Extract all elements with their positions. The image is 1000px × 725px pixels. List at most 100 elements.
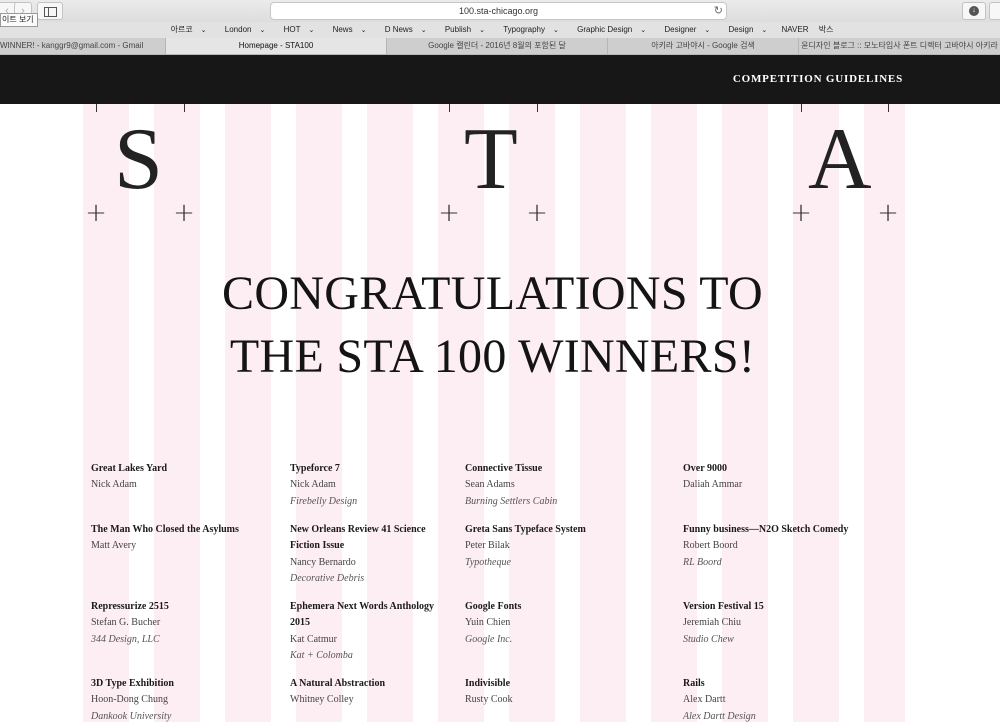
winner-name: Stefan G. Bucher (91, 617, 161, 629)
winner-entry[interactable]: Version Festival 15 Jeremiah Chiu Studio… (683, 599, 883, 648)
winner-entry[interactable]: Typeforce 7 Nick Adam Firebelly Design (290, 461, 450, 510)
tab-google-search[interactable]: 아키라 고바야시 - Google 검색 (608, 38, 799, 54)
winner-title: Google Fonts (465, 601, 522, 612)
bookmark-item[interactable]: London ⌄ (221, 25, 270, 34)
winner-title: Ephemera Next Words Anthology 2015 (290, 601, 434, 629)
plus-icon: + (173, 198, 195, 228)
winner-studio: Alex Dartt Design (683, 710, 756, 722)
bookmark-item[interactable]: Graphic Design ⌄ (573, 25, 650, 34)
winner-name: Kat Catmur (290, 633, 337, 645)
more-button[interactable] (989, 2, 1000, 20)
bookmark-item[interactable]: HOT ⌄ (280, 25, 319, 34)
winner-entry[interactable]: Greta Sans Typeface System Peter Bilak T… (465, 522, 665, 571)
sidebar-toggle-button[interactable] (37, 2, 63, 20)
winner-name: Daliah Ammar (683, 479, 743, 491)
tab-calendar[interactable]: Google 캘린더 - 2016년 8월의 포함된 달 (387, 38, 608, 54)
winner-studio: Kat + Colomba (290, 649, 353, 661)
chevron-down-icon: ⌄ (479, 27, 485, 34)
tab-homepage[interactable]: Homepage - STA100 (166, 38, 387, 54)
browser-chrome: ‹ › 100.sta-chicago.org ↻ ↓ 이트 보기 아르코 ⌄ L… (0, 0, 1000, 55)
bookmark-item[interactable]: Typography ⌄ (499, 25, 563, 34)
winner-title: Rails (683, 678, 705, 689)
bookmark-item[interactable]: News ⌄ (329, 25, 371, 34)
winner-entry[interactable]: 3D Type Exhibition Hoon-Dong Chung Danko… (91, 676, 271, 725)
bookmark-item[interactable]: 아르코 ⌄ (167, 25, 211, 34)
plus-icon: + (877, 198, 899, 228)
winner-entry[interactable]: Over 9000 Daliah Ammar (683, 461, 883, 494)
winner-title: Greta Sans Typeface System (465, 524, 586, 535)
winner-entry[interactable]: Funny business—N2O Sketch Comedy Robert … (683, 522, 883, 571)
crop-mark (801, 104, 802, 112)
winner-name: Yuin Chien (465, 617, 511, 629)
winner-name: Peter Bilak (465, 540, 510, 552)
winner-entry[interactable]: New Orleans Review 41 Science Fiction Is… (290, 522, 450, 587)
winner-title: The Man Who Closed the Asylums (91, 524, 239, 535)
hero-letter-t: T (464, 111, 518, 208)
tab-gmail[interactable]: WINNER! - kanggr9@gmail.com - Gmail (0, 38, 166, 54)
crop-mark (96, 104, 97, 112)
reload-icon[interactable]: ↻ (714, 3, 723, 19)
winner-entry[interactable]: Google Fonts Yuin Chien Google Inc. (465, 599, 665, 648)
bookmarks-bar: 아르코 ⌄ London ⌄ HOT ⌄ News ⌄ D News ⌄ Publish ⌄… (0, 22, 1000, 39)
winner-entry[interactable]: Indivisible Rusty Cook (465, 676, 665, 709)
winner-entry[interactable]: A Natural Abstraction Whitney Colley (290, 676, 450, 709)
tab-blog[interactable]: 윤디자인 블로그 :: 모노타입사 폰트 디렉터 고바야시 아키라 (799, 38, 1000, 54)
winner-studio: Google Inc. (465, 633, 513, 645)
winner-name: Matt Avery (91, 540, 137, 552)
winner-studio: Decorative Debris (290, 572, 365, 584)
plus-icon: + (526, 198, 548, 228)
winner-title: Indivisible (465, 678, 511, 689)
winner-studio: Burning Settlers Cabin (465, 495, 558, 507)
address-bar[interactable]: 100.sta-chicago.org ↻ (270, 2, 727, 20)
winner-title: New Orleans Review 41 Science Fiction Is… (290, 524, 426, 552)
chevron-down-icon: ⌄ (704, 27, 711, 34)
winner-title: 3D Type Exhibition (91, 678, 174, 689)
headline-line: CONGRATULATIONS TO (222, 267, 763, 320)
downloads-button[interactable]: ↓ (962, 2, 986, 20)
bookmark-item[interactable]: NAVER (782, 25, 809, 34)
browser-toolbar: ‹ › 100.sta-chicago.org ↻ ↓ (0, 0, 1000, 22)
winner-studio: RL Boord (683, 556, 722, 568)
crop-mark (888, 104, 889, 112)
winner-name: Robert Boord (683, 540, 738, 552)
chevron-down-icon: ⌄ (761, 27, 768, 34)
winner-title: Funny business—N2O Sketch Comedy (683, 524, 849, 535)
winner-studio: 344 Design, LLC (91, 633, 160, 645)
plus-icon: + (85, 198, 107, 228)
bookmark-item[interactable]: Design ⌄ (724, 25, 771, 34)
winner-entry[interactable]: Great Lakes Yard Nick Adam (91, 461, 271, 494)
winner-name: Jeremiah Chiu (683, 617, 742, 629)
winner-title: Connective Tissue (465, 463, 543, 474)
winner-title: Typeforce 7 (290, 463, 340, 474)
site-header: COMPETITION GUIDELINES (0, 55, 1000, 104)
bookmark-item[interactable]: Designer ⌄ (660, 25, 714, 34)
plus-icon: + (790, 198, 812, 228)
winner-name: Nick Adam (290, 479, 336, 491)
bookmark-item[interactable]: Publish ⌄ (441, 25, 489, 34)
winner-entry[interactable]: Connective Tissue Sean Adams Burning Set… (465, 461, 665, 510)
winner-title: Great Lakes Yard (91, 463, 168, 474)
winner-studio: Firebelly Design (290, 495, 358, 507)
chevron-down-icon: ⌄ (200, 27, 207, 34)
winner-entry[interactable]: Ephemera Next Words Anthology 2015 Kat C… (290, 599, 450, 664)
winner-title: Repressurize 2515 (91, 601, 169, 612)
url-text: 100.sta-chicago.org (458, 6, 539, 16)
bookmark-item[interactable]: 박스 (819, 25, 834, 34)
headline-line: THE STA 100 WINNERS! (229, 330, 756, 383)
chevron-down-icon: ⌄ (553, 27, 559, 34)
winner-studio: Typotheque (465, 556, 511, 568)
crop-mark (449, 104, 450, 112)
winner-name: Whitney Colley (290, 694, 354, 706)
bookmark-item[interactable]: D News ⌄ (381, 25, 431, 34)
page-headline: CONGRATULATIONS TO THE STA 100 WINNERS! (140, 262, 845, 388)
crop-mark (184, 104, 185, 112)
winner-entry[interactable]: The Man Who Closed the Asylums Matt Aver… (91, 522, 271, 555)
winner-entry[interactable]: Repressurize 2515 Stefan G. Bucher 344 D… (91, 599, 271, 648)
winner-entry[interactable]: Rails Alex Dartt Alex Dartt Design (683, 676, 883, 725)
winner-title: Over 9000 (683, 463, 727, 474)
winner-title: Version Festival 15 (683, 601, 764, 612)
competition-guidelines-link[interactable]: COMPETITION GUIDELINES (733, 73, 903, 85)
winner-name: Hoon-Dong Chung (91, 694, 168, 706)
chevron-down-icon: ⌄ (308, 27, 315, 34)
sidebar-icon (44, 7, 57, 17)
